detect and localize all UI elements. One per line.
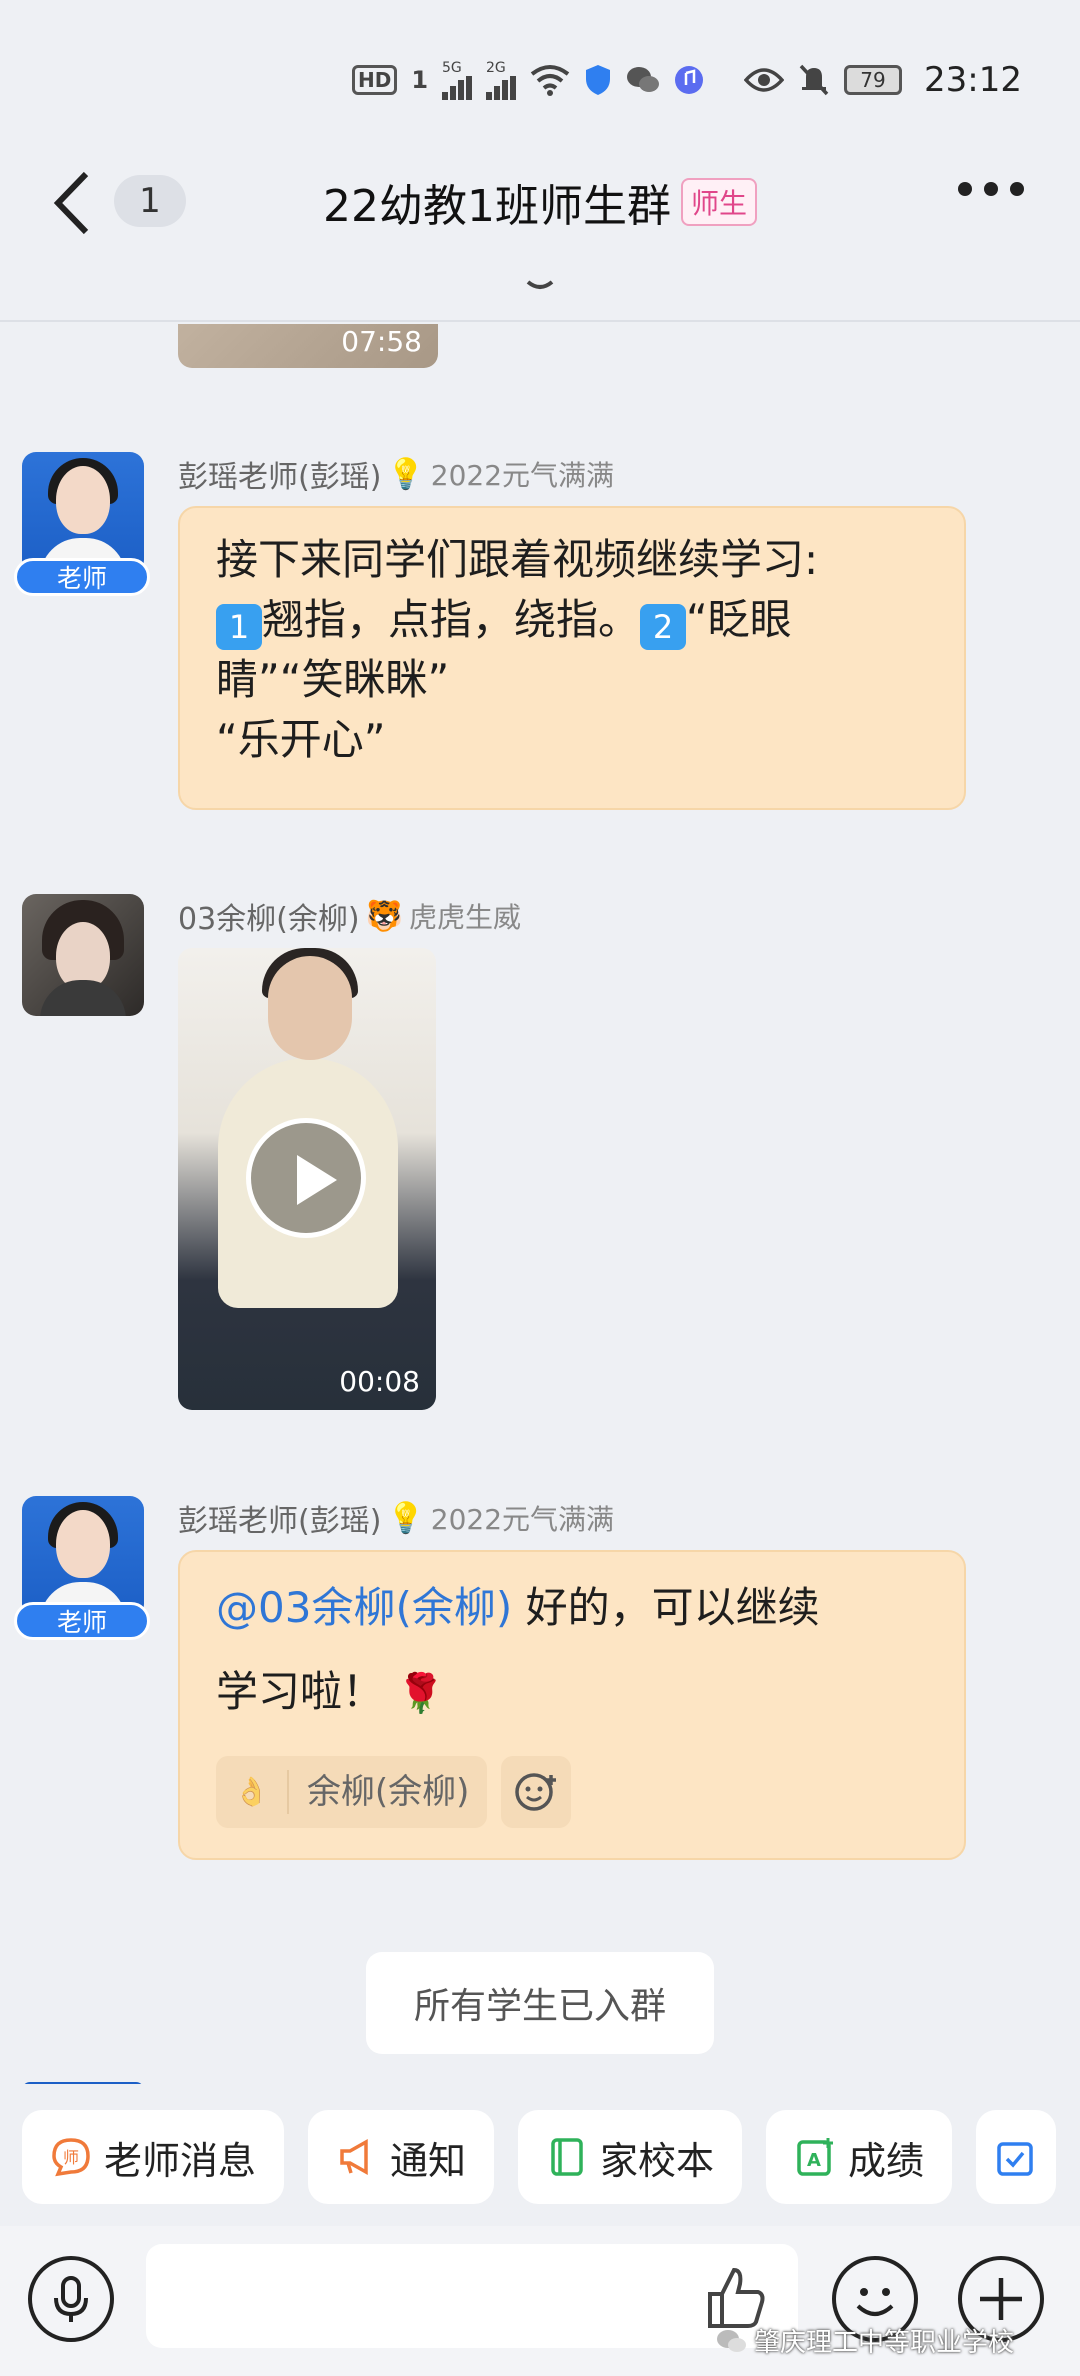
medal-title: 虎虎生威 xyxy=(408,901,521,934)
reaction-user: 余柳(余柳) xyxy=(306,1772,470,1812)
svg-text:A: A xyxy=(807,2150,821,2171)
grade-icon: A xyxy=(797,2138,834,2176)
shortcut-label: 通知 xyxy=(390,2138,467,2183)
shortcut-home-school-book[interactable]: 家校本 xyxy=(518,2110,743,2204)
voice-input-button[interactable] xyxy=(28,2256,114,2342)
message-line: “乐开心” xyxy=(216,715,386,764)
video-duration: 00:08 xyxy=(339,1365,420,1398)
more-options-button[interactable] xyxy=(958,182,1024,196)
teacher-role-badge: 老师 xyxy=(14,558,150,596)
message-bubble[interactable]: @03余柳(余柳) 好的，可以继续 学习啦！ 🌹 👌 余柳(余柳) xyxy=(178,1550,966,1860)
keycap-two-icon: 2 xyxy=(640,604,687,650)
reaction-row: 👌 余柳(余柳) xyxy=(216,1756,572,1828)
music-icon xyxy=(675,66,704,94)
message-line: @03余柳(余柳) 好的，可以继续 xyxy=(216,1583,820,1632)
shortcut-label: 成绩 xyxy=(848,2138,925,2183)
eye-icon xyxy=(744,68,785,92)
chat-header: 1 22幼教1班师生群 师生 xyxy=(0,150,1080,322)
medal-title: 2022元气满满 xyxy=(430,459,615,492)
previous-video-message[interactable]: 07:58 xyxy=(178,324,438,368)
avatar[interactable] xyxy=(22,894,144,1016)
signal-2g-label: 2G xyxy=(486,60,506,76)
battery-icon: 79 xyxy=(844,65,903,95)
wechat-icon xyxy=(627,67,660,92)
teacher-message-icon: 师 xyxy=(52,2138,90,2177)
video-message[interactable]: 00:08 xyxy=(178,948,436,1410)
shortcut-notice[interactable]: 通知 xyxy=(308,2110,495,2204)
group-title: 22幼教1班师生群 xyxy=(323,181,671,232)
rose-emoji-icon: 🌹 xyxy=(397,1671,445,1715)
shortcut-label: 老师消息 xyxy=(104,2138,257,2183)
tiger-medal-icon: 🐯 xyxy=(365,898,403,934)
message-line: 学习啦！ 🌹 xyxy=(216,1667,445,1716)
teacher-role-badge: 老师 xyxy=(14,1602,150,1640)
sender-name: 彭瑶老师(彭瑶) xyxy=(178,460,382,495)
watermark: 肇庆理工中等职业学校 xyxy=(716,2322,1014,2359)
system-notice: 所有学生已入群 xyxy=(366,1952,714,2054)
microphone-icon xyxy=(54,2276,88,2322)
medal-title: 2022元气满满 xyxy=(430,1503,615,1536)
sender-name: 彭瑶老师(彭瑶) xyxy=(178,1504,382,1539)
next-message-avatar xyxy=(22,2082,144,2084)
shortcut-bar: 师 老师消息 通知 家校本 A 成绩 xyxy=(0,2088,1080,2226)
calendar-check-icon xyxy=(997,2142,1033,2176)
shortcut-more[interactable] xyxy=(976,2110,1057,2204)
hd-icon: HD xyxy=(351,65,398,95)
reaction-chip[interactable]: 👌 余柳(余柳) xyxy=(216,1756,488,1828)
signal-5g-label: 5G xyxy=(442,60,462,76)
wechat-logo-icon xyxy=(717,2329,746,2352)
sim-slot-label: 1 xyxy=(411,66,429,94)
lightbulb-medal-icon: 💡 xyxy=(387,456,425,492)
avatar[interactable] xyxy=(22,452,144,574)
add-emoji-icon xyxy=(515,1773,557,1811)
signal-bars-1 xyxy=(442,76,473,100)
add-reaction-button[interactable] xyxy=(501,1756,572,1828)
signal-5g-icon: 5G xyxy=(442,60,473,100)
signal-2g-icon: 2G xyxy=(486,60,517,100)
clock-time: 23:12 xyxy=(924,60,1022,100)
watermark-text: 肇庆理工中等职业学校 xyxy=(754,2328,1015,2358)
shortcut-label: 家校本 xyxy=(600,2138,715,2183)
header-title-group: 22幼教1班师生群 师生 xyxy=(0,170,1080,234)
mention-link[interactable]: @03余柳(余柳) xyxy=(216,1583,512,1632)
shortcut-grades[interactable]: A 成绩 xyxy=(766,2110,953,2204)
sender-name: 03余柳(余柳) xyxy=(178,902,360,937)
ok-hand-icon: 👌 xyxy=(234,1775,269,1808)
expand-chevron-icon[interactable] xyxy=(520,270,560,300)
video-duration: 07:58 xyxy=(341,325,422,358)
lightbulb-medal-icon: 💡 xyxy=(387,1500,425,1536)
message-line: 接下来同学们跟着视频继续学习: xyxy=(216,535,819,584)
svg-text:师: 师 xyxy=(63,2148,79,2167)
notebook-icon xyxy=(551,2138,583,2176)
play-icon[interactable] xyxy=(246,1118,366,1238)
input-bar: 肇庆理工中等职业学校 xyxy=(0,2226,1080,2376)
signal-bars-2 xyxy=(486,76,517,100)
avatar[interactable] xyxy=(22,1496,144,1618)
status-bar: HD 1 5G 2G 79 23:12 xyxy=(0,0,1080,150)
wifi-icon xyxy=(530,65,570,96)
megaphone-icon xyxy=(340,2139,368,2175)
sender-name-row: 彭瑶老师(彭瑶) 💡 2022元气满满 xyxy=(178,452,614,496)
chat-area[interactable]: 07:58 老师 彭瑶老师(彭瑶) 💡 2022元气满满 接下来同学们跟着视频继… xyxy=(0,324,1080,2084)
message-bubble[interactable]: 接下来同学们跟着视频继续学习: 1 翘指，点指，绕指。 2 “眨眼 睛”“笑眯眯” “… xyxy=(178,506,966,810)
message-line: 1 翘指，点指，绕指。 2 “眨眼 xyxy=(216,590,928,650)
shortcut-teacher-message[interactable]: 师 老师消息 xyxy=(22,2110,285,2204)
shield-icon xyxy=(586,65,611,95)
keycap-one-icon: 1 xyxy=(216,604,262,650)
sender-name-row: 彭瑶老师(彭瑶) 💡 2022元气满满 xyxy=(178,1496,614,1540)
mute-bell-icon xyxy=(799,64,829,96)
sender-name-row: 03余柳(余柳) 🐯 虎虎生威 xyxy=(178,894,521,938)
message-line: 睛”“笑眯眯” xyxy=(216,655,450,704)
group-type-tag: 师生 xyxy=(680,178,757,226)
